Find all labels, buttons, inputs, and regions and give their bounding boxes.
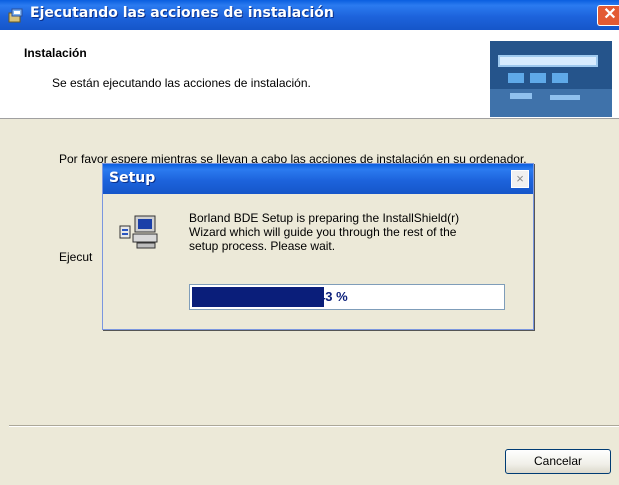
setup-dialog[interactable]: Setup × Borland BDE Setup is preparing t…	[102, 163, 534, 330]
setup-close-button[interactable]: ×	[511, 170, 529, 188]
progress-label: 43 %	[318, 289, 348, 304]
wizard-header: Instalación Se están ejecutando las acci…	[0, 30, 619, 119]
progress-bar: 43 %	[189, 284, 505, 310]
setup-titlebar[interactable]: Setup ×	[103, 164, 533, 194]
setup-message: Borland BDE Setup is preparing the Insta…	[189, 211, 460, 253]
main-titlebar[interactable]: Ejecutando las acciones de instalación ✕	[0, 0, 619, 30]
header-title: Instalación	[24, 46, 87, 60]
header-subtitle: Se están ejecutando las acciones de inst…	[52, 76, 311, 90]
executing-label: Ejecut	[59, 250, 93, 264]
setup-title: Setup	[109, 170, 156, 186]
header-banner-image	[490, 41, 612, 117]
progress-fill	[192, 287, 324, 307]
installer-icon	[8, 8, 23, 23]
close-button[interactable]: ✕	[597, 5, 619, 26]
window-title: Ejecutando las acciones de instalación	[30, 5, 334, 21]
computer-setup-icon	[119, 215, 158, 249]
cancel-button[interactable]: Cancelar	[505, 449, 611, 474]
footer-divider	[9, 425, 619, 427]
